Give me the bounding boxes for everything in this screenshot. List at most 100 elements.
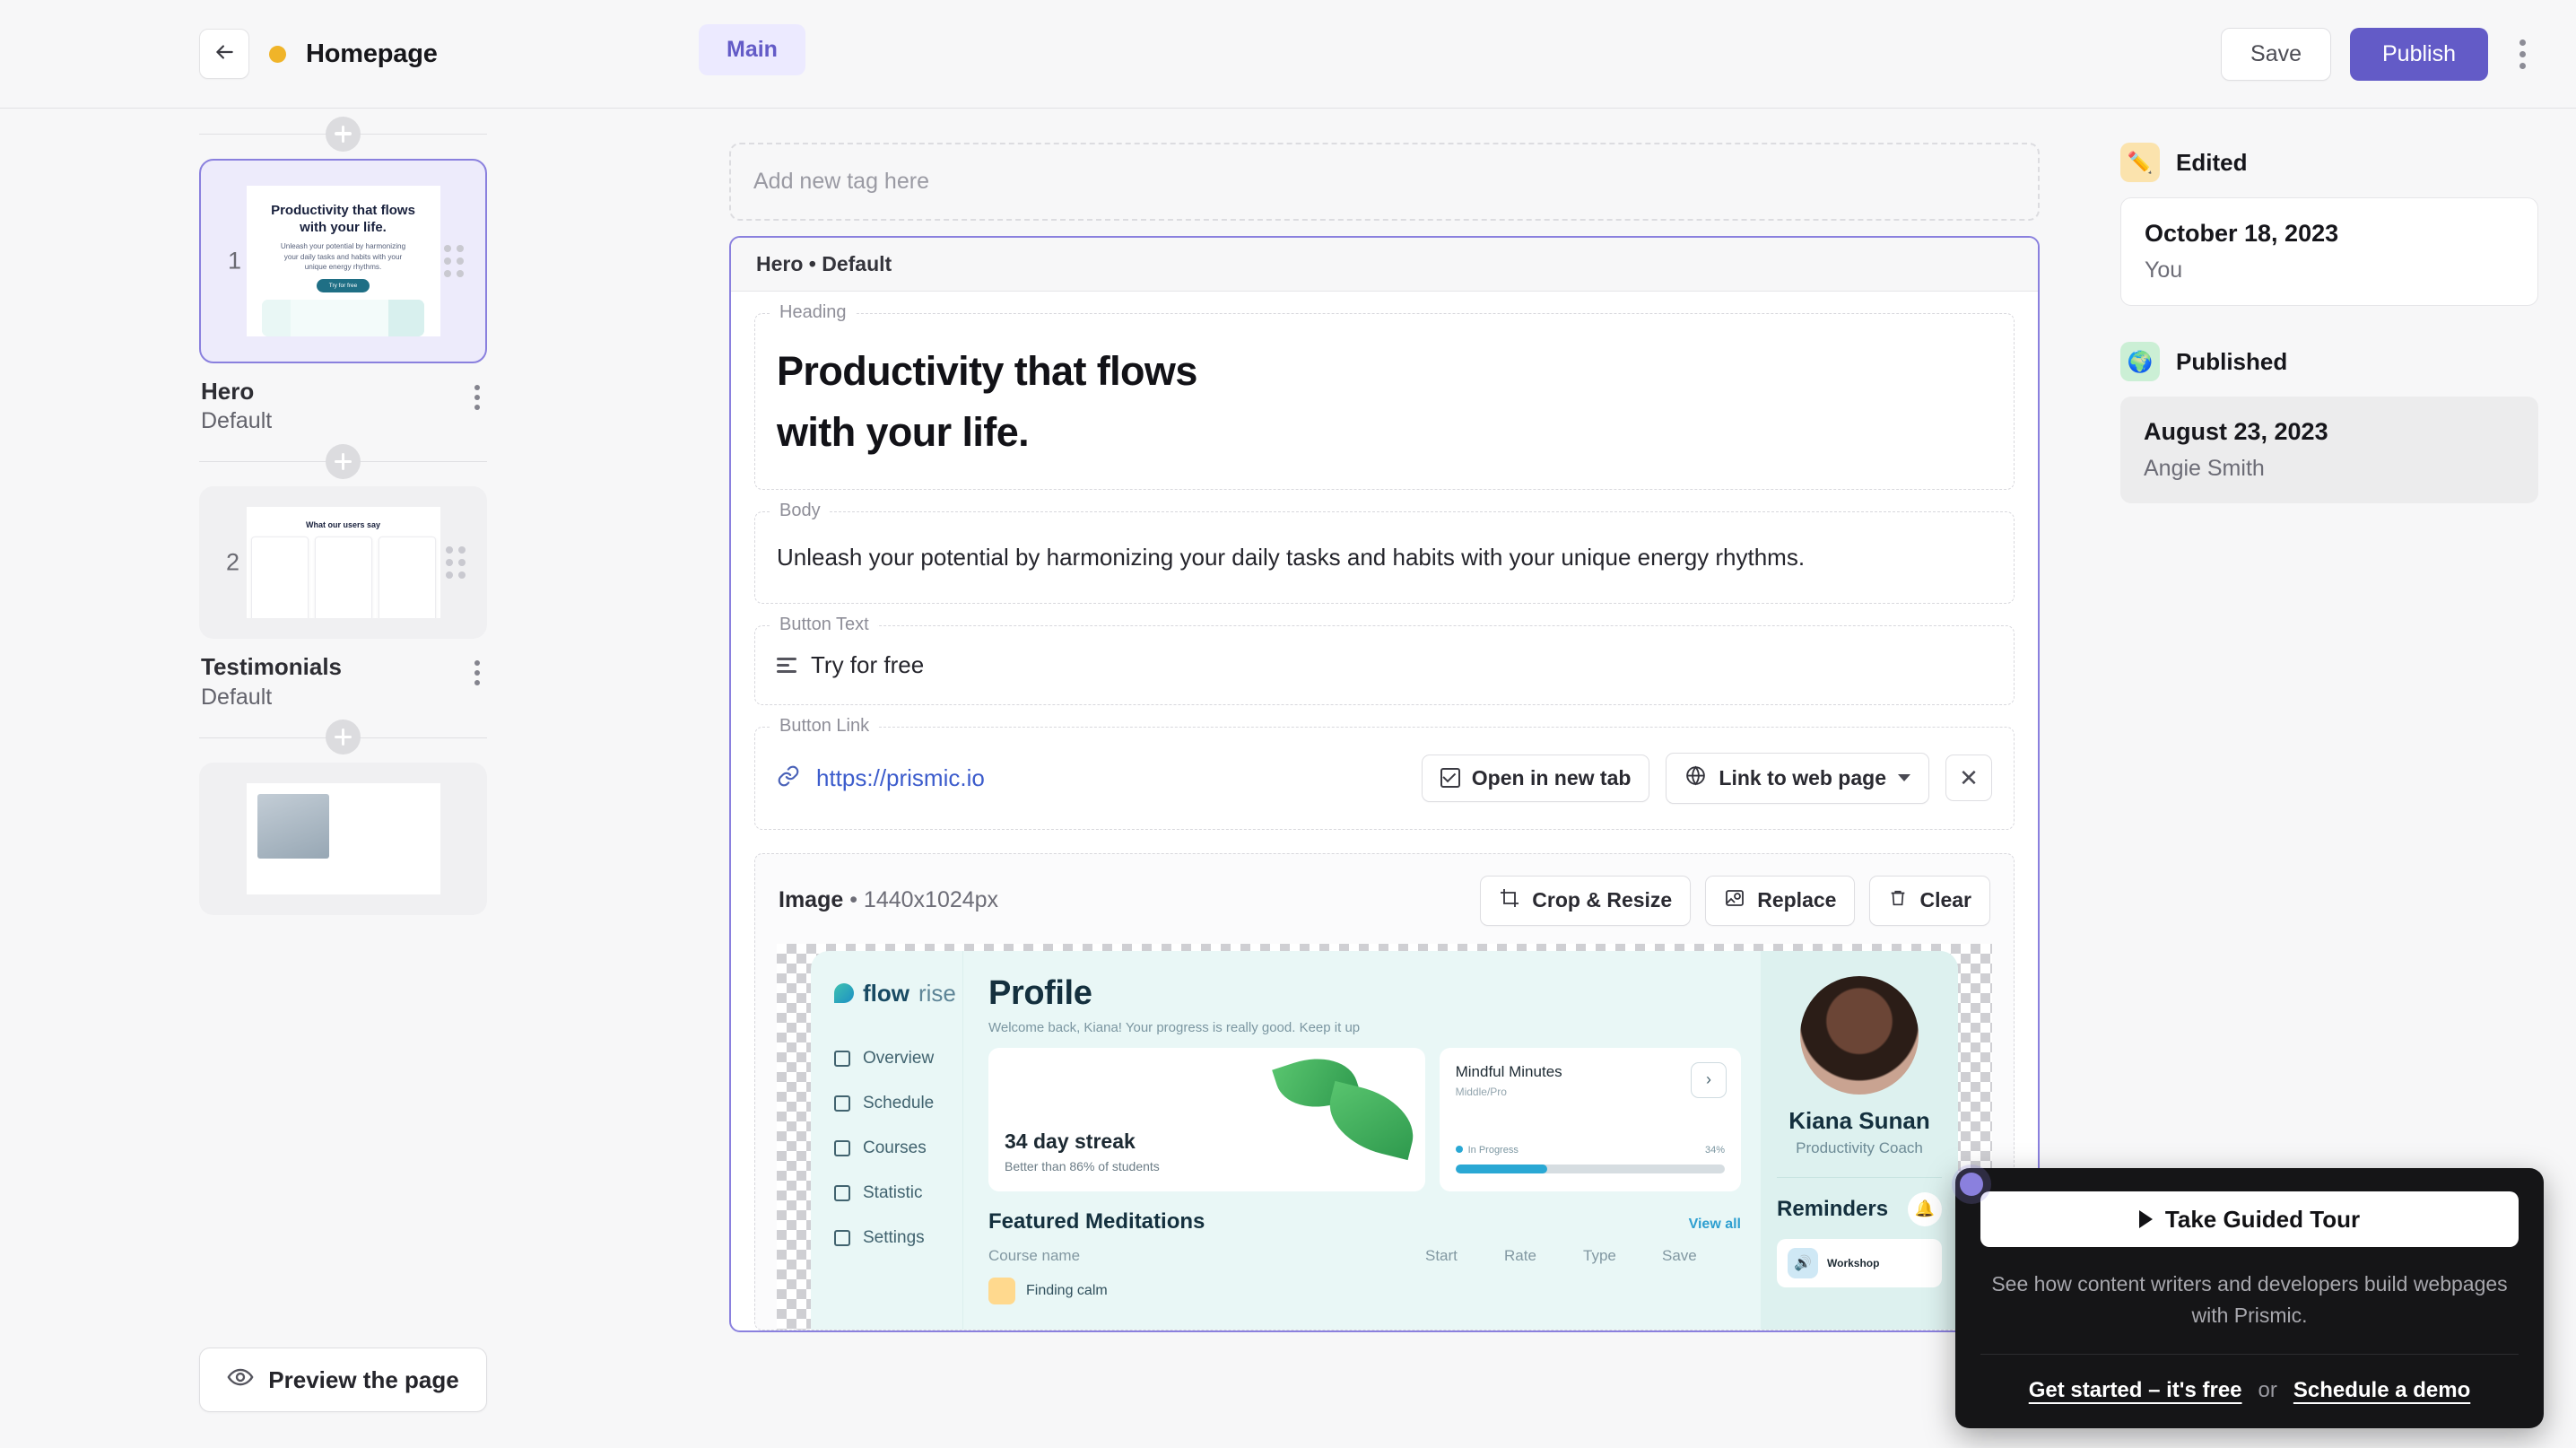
toolbar-left-group: Homepage: [0, 29, 438, 79]
schedule-demo-link[interactable]: Schedule a demo: [2293, 1378, 2470, 1403]
tour-indicator-dot: [1960, 1173, 1983, 1196]
replace-image-button[interactable]: Replace: [1705, 875, 1856, 926]
slice-card-hero[interactable]: 1 Productivity that flows with your life…: [199, 159, 487, 363]
add-slice-icon[interactable]: [326, 720, 361, 755]
published-author: Angie Smith: [2144, 456, 2265, 481]
play-icon: [2138, 1210, 2153, 1228]
gear-icon: [834, 1229, 850, 1246]
thumb-heading: What our users say: [305, 520, 381, 530]
field-body[interactable]: Body Unleash your potential by harmonizi…: [754, 501, 2015, 604]
reminders-title: Reminders: [1777, 1196, 1889, 1221]
nav-item-overview: Overview: [834, 1049, 962, 1069]
column-header: Start: [1425, 1246, 1458, 1264]
add-slice-divider-middle[interactable]: [199, 436, 487, 486]
pencil-icon: ✏️: [2120, 143, 2160, 182]
open-in-new-tab-toggle[interactable]: Open in new tab: [1421, 754, 1650, 802]
kebab-menu-icon[interactable]: [2507, 29, 2538, 80]
reminder-item: 🔊 Workshop: [1777, 1238, 1942, 1287]
tour-description: See how content writers and developers b…: [1991, 1272, 2508, 1327]
course-icon: [988, 1277, 1015, 1304]
button-link-url[interactable]: https://prismic.io: [816, 764, 1405, 792]
clear-image-button[interactable]: Clear: [1869, 875, 1990, 926]
flowrise-logo: flow rise: [834, 980, 962, 1007]
get-started-link[interactable]: Get started – it's free: [2029, 1378, 2242, 1403]
back-button[interactable]: [199, 29, 249, 79]
body-value: Unleash your potential by harmonizing yo…: [777, 544, 1806, 571]
save-button[interactable]: Save: [2221, 28, 2331, 81]
add-slice-icon[interactable]: [326, 443, 361, 479]
dashboard-main: Profile Welcome back, Kiana! Your progre…: [963, 951, 1761, 1330]
drag-handle-icon[interactable]: [446, 546, 466, 580]
mindful-subtitle: Middle/Pro: [1455, 1086, 1507, 1099]
view-all-link: View all: [1688, 1216, 1741, 1232]
add-slice-divider-top[interactable]: [199, 109, 487, 159]
thumb-body: Unleash your potential by harmonizing yo…: [280, 242, 406, 272]
nav-item-settings: Settings: [834, 1228, 962, 1248]
publish-button[interactable]: Publish: [2350, 28, 2488, 81]
tag-input[interactable]: Add new tag here: [729, 143, 2040, 221]
slice-options-icon[interactable]: [469, 651, 485, 694]
arrow-left-icon: [213, 40, 236, 68]
page-title: Homepage: [306, 39, 438, 68]
clear-link-button[interactable]: ✕: [1945, 755, 1992, 802]
heading-line-2: with your life.: [777, 408, 1030, 455]
slice-card-third[interactable]: [199, 762, 487, 915]
globe-icon: [1684, 764, 1707, 792]
nav-label: Overview: [863, 1048, 935, 1068]
add-slice-divider-bottom[interactable]: [199, 712, 487, 763]
slice-meta-testimonials: Testimonials Default: [199, 639, 487, 711]
add-slice-icon[interactable]: [326, 116, 361, 152]
dashboard-profile-panel: Kiana Sunan Productivity Coach Reminders…: [1761, 950, 1958, 1330]
edited-status-row: ✏️ Edited: [2120, 143, 2538, 182]
logo-bold: flow: [863, 979, 909, 1007]
column-header: Type: [1583, 1246, 1616, 1264]
link-type-select[interactable]: Link to web page: [1666, 752, 1929, 804]
nav-item-statistic: Statistic: [834, 1183, 962, 1203]
progress-value: 34%: [1704, 1144, 1725, 1156]
status-dot-icon: [269, 45, 286, 63]
field-heading[interactable]: Heading Productivity that flows with you…: [754, 302, 2015, 490]
thumb-heading-line2: with your life.: [300, 219, 387, 235]
profile-role: Productivity Coach: [1796, 1138, 1923, 1156]
progress-label: In Progress: [1455, 1145, 1519, 1156]
streak-value: 34 day streak: [1005, 1129, 1136, 1153]
field-label-button-text: Button Text: [771, 614, 877, 635]
slice-card-testimonials[interactable]: 2 What our users say: [199, 486, 487, 640]
column-header: Rate: [1504, 1246, 1536, 1264]
field-button-link: Button Link https://prismic.io Open in n…: [754, 715, 2015, 830]
nav-label: Schedule: [863, 1093, 935, 1112]
slice-meta-hero: Hero Default: [199, 363, 487, 436]
table-header-row: Course name Start Rate Type Save: [988, 1247, 1741, 1265]
dashboard-sidebar: flow rise Overview Schedule Courses Stati…: [811, 950, 963, 1330]
column-header: Course name: [988, 1246, 1081, 1264]
logo-mark-icon: [834, 983, 854, 1004]
slice-index: 1: [228, 247, 242, 275]
preview-page-label: Preview the page: [268, 1365, 459, 1393]
crop-resize-button[interactable]: Crop & Resize: [1480, 875, 1692, 926]
edited-info-card: October 18, 2023 You: [2120, 197, 2538, 306]
avatar: [1800, 975, 1919, 1095]
chevron-right-icon: ›: [1691, 1061, 1727, 1098]
slice-variation: Default: [201, 684, 273, 710]
chart-icon: [834, 1184, 850, 1201]
thumb-button: Try for free: [316, 278, 370, 292]
edited-status-label: Edited: [2176, 148, 2248, 176]
leaf-icon: [1320, 1080, 1423, 1160]
thumb-heading-line1: Productivity that flows: [271, 203, 415, 219]
globe-icon: 🌍: [2120, 342, 2160, 381]
streak-subtext: Better than 86% of students: [1005, 1158, 1160, 1173]
field-button-text[interactable]: Button Text Try for free: [754, 614, 2015, 705]
tab-main[interactable]: Main: [699, 24, 805, 75]
take-guided-tour-button[interactable]: Take Guided Tour: [1980, 1191, 2519, 1247]
slice-options-icon[interactable]: [469, 376, 485, 419]
column-header: Save: [1662, 1246, 1697, 1264]
image-search-icon: [1724, 887, 1745, 914]
mindful-title: Mindful Minutes: [1455, 1062, 1562, 1080]
published-date: August 23, 2023: [2144, 418, 2328, 445]
button-text-value: Try for free: [811, 650, 925, 678]
field-label-heading: Heading: [771, 302, 855, 323]
preview-page-button[interactable]: Preview the page: [199, 1348, 487, 1412]
grid-icon: [834, 1050, 850, 1067]
drag-handle-icon[interactable]: [444, 245, 464, 277]
dashboard-title: Profile: [988, 973, 1092, 1012]
